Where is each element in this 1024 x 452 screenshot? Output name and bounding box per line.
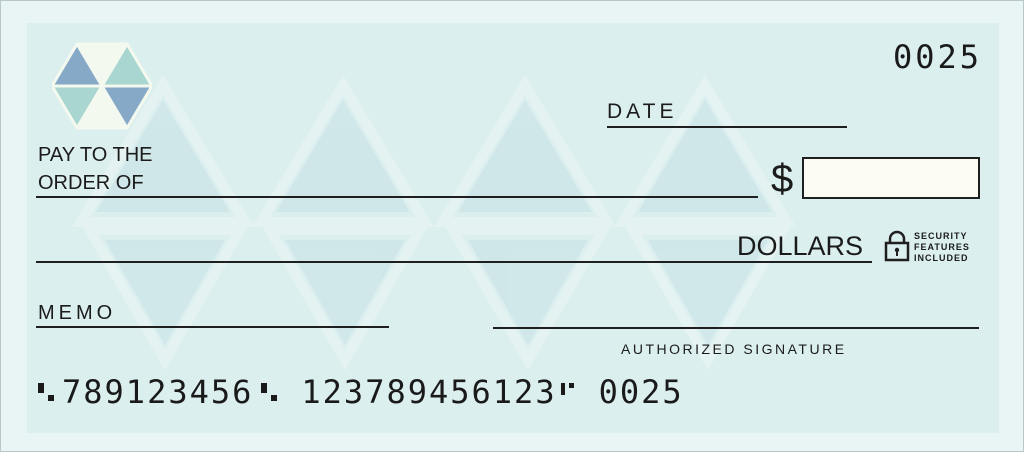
micr-account-number: 123789456123	[301, 373, 557, 411]
amount-box[interactable]	[802, 157, 980, 199]
micr-check-number: 0025	[598, 373, 684, 411]
dollar-sign: $	[771, 157, 794, 201]
micr-transit-symbol-icon	[261, 383, 278, 401]
memo-label: MEMO	[38, 302, 117, 324]
micr-on-us-symbol-icon	[560, 383, 574, 395]
micr-transit-symbol-icon	[38, 383, 54, 401]
date-label: DATE	[607, 100, 678, 123]
signature-line[interactable]	[493, 327, 979, 329]
micr-routing-number: 789123456	[62, 373, 254, 411]
security-line2: FEATURES	[914, 242, 970, 252]
lock-icon	[884, 230, 910, 262]
memo-line[interactable]	[36, 326, 389, 328]
payee-line[interactable]	[36, 196, 758, 198]
micr-line: 789123456 123789456123 0025	[36, 372, 684, 412]
security-line3: INCLUDED	[914, 253, 969, 263]
signature-label: AUTHORIZED SIGNATURE	[621, 341, 847, 357]
security-features-text: SECURITY FEATURES INCLUDED	[914, 231, 970, 264]
dollars-label: DOLLARS	[737, 231, 864, 261]
pay-to-label-line1: PAY TO THE	[38, 144, 153, 166]
security-line1: SECURITY	[914, 231, 968, 241]
date-line[interactable]	[607, 126, 847, 128]
bank-logo-icon	[52, 42, 152, 130]
pay-to-label-line2: ORDER OF	[38, 172, 144, 194]
check-number: 0025	[893, 38, 983, 76]
